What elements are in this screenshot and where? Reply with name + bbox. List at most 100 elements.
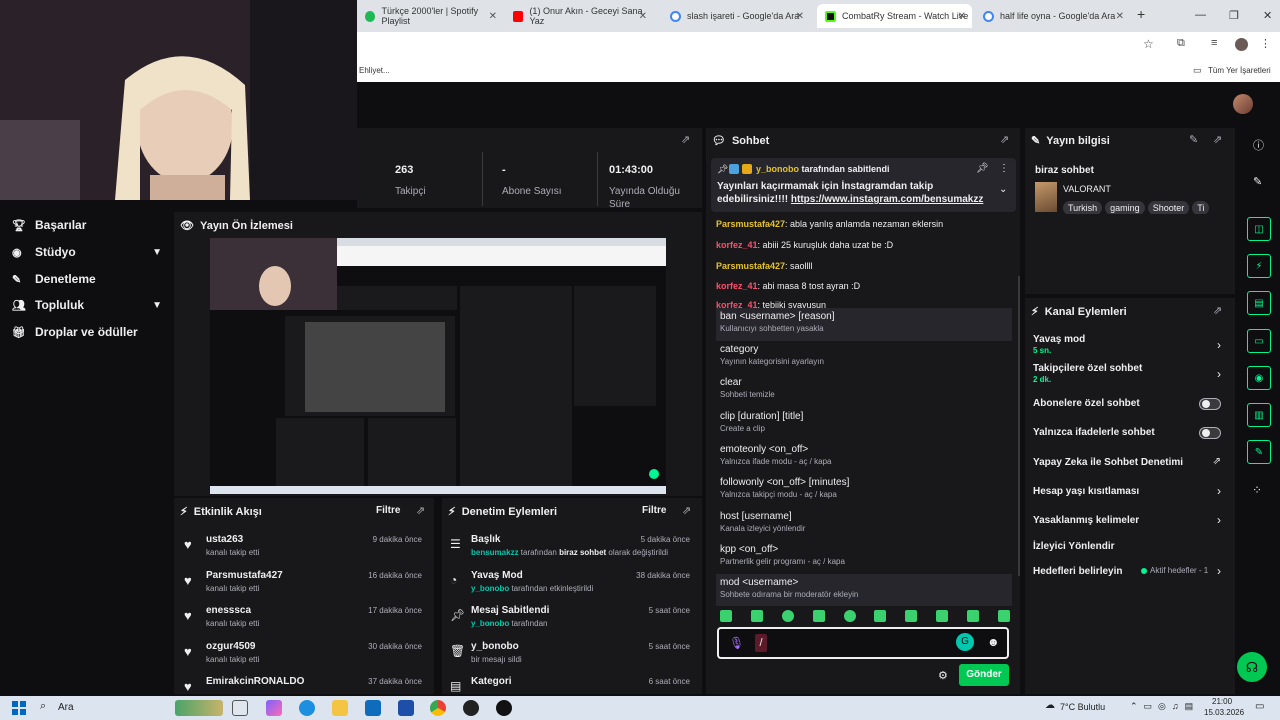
lightning-icon[interactable]: ⚡︎ <box>1247 254 1271 278</box>
clock-date[interactable]: 15.03.2026 <box>1204 708 1244 717</box>
popout-icon[interactable]: ⇗ <box>1000 133 1009 146</box>
microphone-icon[interactable]: 🎙︎ <box>729 636 744 650</box>
all-bookmarks-link[interactable]: Tüm Yer İşaretleri <box>1208 66 1271 75</box>
app-icon[interactable] <box>398 700 414 716</box>
emote-icon[interactable] <box>874 610 887 622</box>
sidebar-item-moderation[interactable]: ✎ Denetleme <box>12 272 162 286</box>
account-age-row[interactable]: Hesap yaşı kısıtlaması › <box>1025 484 1231 504</box>
close-icon[interactable]: ✕ <box>958 11 966 22</box>
subscribers-only-toggle[interactable] <box>1199 398 1221 410</box>
tag[interactable]: gaming <box>1105 201 1145 214</box>
emote-icon[interactable] <box>936 610 949 622</box>
chat-bubble-icon[interactable]: ▭ <box>1247 329 1271 353</box>
more-icon[interactable]: ⋮ <box>999 163 1009 174</box>
edge-icon[interactable] <box>299 700 315 716</box>
weather-text[interactable]: 7°C Bulutlu <box>1060 702 1105 712</box>
command-suggestion[interactable]: host [username] Kanala izleyici yönlendir <box>716 508 1012 541</box>
obs-icon[interactable] <box>463 700 479 716</box>
pinned-by-user[interactable]: y_bonobo <box>756 164 799 174</box>
emote-icon[interactable] <box>781 610 794 622</box>
emote-icon[interactable] <box>967 610 979 622</box>
browser-tab-active[interactable]: CombatRy Stream - Watch Live ✕ <box>817 4 972 28</box>
search-icon[interactable]: ⌕ <box>40 700 46 713</box>
wrench-icon[interactable]: ✎ <box>1247 440 1271 464</box>
clock-time[interactable]: 21:00 <box>1212 697 1232 706</box>
unpin-icon[interactable]: 📌︎ <box>976 163 989 174</box>
banned-words-row[interactable]: Yasaklanmış kelimeler › <box>1025 513 1231 533</box>
tag[interactable]: Ti <box>1192 201 1210 214</box>
close-icon[interactable]: ✕ <box>489 11 497 22</box>
document-icon[interactable]: ▤ <box>1247 291 1271 315</box>
chat-input[interactable]: 🎙︎ / G ☻ <box>717 627 1009 659</box>
more-dots-icon[interactable]: ⁘ <box>1252 483 1262 497</box>
command-suggestion[interactable]: kpp <on_off> Partnerlik gelir programı - … <box>716 541 1012 574</box>
windows-start-icon[interactable] <box>12 701 26 715</box>
emote-icon[interactable] <box>750 610 763 622</box>
close-icon[interactable]: ✕ <box>639 11 647 22</box>
popout-icon[interactable]: ⇗ <box>1213 304 1222 317</box>
extensions-icon[interactable]: ⧉ <box>1177 37 1185 50</box>
emote-icon[interactable] <box>720 610 732 622</box>
emote-icon[interactable] <box>997 610 1010 622</box>
stream-preview-video[interactable] <box>210 238 666 494</box>
support-headset-icon[interactable]: ☊ <box>1237 652 1267 682</box>
tag[interactable]: Shooter <box>1147 201 1190 214</box>
command-suggestion[interactable]: followonly <on_off> [minutes] Yalnızca ta… <box>716 474 1012 507</box>
instagram-link[interactable]: https://www.instagram.com/bensumakzz <box>791 194 983 205</box>
layout-icon[interactable]: ▥ <box>1247 403 1271 427</box>
bookmark-item[interactable]: Ehliyet... <box>359 66 390 75</box>
command-suggestion[interactable]: clip [duration] [title] Create a clip <box>716 408 1012 441</box>
grammarly-icon[interactable]: G <box>956 633 974 651</box>
sidebar-item-community[interactable]: 👥︎ Topluluk ▼ <box>12 298 162 312</box>
emote-only-toggle[interactable] <box>1199 427 1221 439</box>
followers-only-row[interactable]: Takipçilere özel sohbet 2 dk. › <box>1025 363 1231 389</box>
close-icon[interactable]: ✕ <box>1116 11 1124 22</box>
store-icon[interactable] <box>365 700 381 716</box>
copilot-icon[interactable] <box>266 700 282 716</box>
notification-icon[interactable]: ▭ <box>1255 701 1264 712</box>
send-button[interactable]: Gönder <box>959 664 1009 686</box>
new-tab-icon[interactable]: + <box>1137 6 1145 22</box>
task-view-icon[interactable] <box>232 700 248 716</box>
pinned-message[interactable]: 📌︎ y_bonobo tarafından sabitlendi 📌︎ ⋮ ⌄… <box>711 158 1016 212</box>
chevron-down-icon[interactable]: ⌄ <box>999 184 1007 195</box>
close-icon[interactable]: ✕ <box>796 11 804 22</box>
scrollbar[interactable] <box>1018 276 1020 576</box>
widget-image[interactable] <box>175 700 223 716</box>
command-suggestion[interactable]: clear Sohbeti temizle <box>716 374 1012 407</box>
slow-mode-row[interactable]: Yavaş mod 5 sn. › <box>1025 334 1231 360</box>
sidebar-item-drops[interactable]: 🎁︎ Droplar ve ödüller <box>12 325 162 339</box>
file-explorer-icon[interactable] <box>332 700 348 716</box>
chrome-icon[interactable] <box>430 700 446 716</box>
user-avatar[interactable] <box>1233 94 1253 114</box>
info-icon[interactable]: ⓘ <box>1253 137 1264 153</box>
window-close-icon[interactable]: ✕ <box>1263 9 1272 22</box>
address-bar[interactable]: ☆ ⧉ ≡ ⋮ <box>357 32 1280 58</box>
minimize-icon[interactable]: — <box>1195 9 1206 21</box>
filter-button[interactable]: Filtre <box>642 505 666 516</box>
emote-icon[interactable] <box>905 610 918 622</box>
popout-icon[interactable]: ⇗ <box>416 504 425 517</box>
browser-tab[interactable]: (1) Onur Akın - Geceyi Sana Yaz ✕ <box>505 4 653 28</box>
menu-icon[interactable]: ⋮ <box>1260 37 1271 50</box>
command-suggestion[interactable]: emoteonly <on_off> Yalnızca ifade modu - … <box>716 441 1012 474</box>
filter-button[interactable]: Filtre <box>376 505 400 516</box>
emote-icon[interactable] <box>843 610 856 622</box>
media-icon[interactable]: ≡ <box>1211 37 1217 49</box>
settings-gear-icon[interactable]: ⚙︎ <box>938 669 948 682</box>
popout-icon[interactable]: ⇗ <box>682 504 691 517</box>
category-name[interactable]: VALORANT <box>1063 184 1111 194</box>
taskbar-search[interactable]: Ara <box>58 702 74 713</box>
profile-avatar[interactable] <box>1235 38 1248 51</box>
scan-icon[interactable]: ◫ <box>1247 217 1271 241</box>
ai-moderation-row[interactable]: Yapay Zeka ile Sohbet Denetimi ⇗ <box>1025 456 1231 475</box>
system-tray-icons[interactable]: ⌃▭◎♫▤ <box>1130 701 1199 712</box>
tag[interactable]: Turkish <box>1063 201 1103 214</box>
sidebar-item-achievements[interactable]: 🏆︎ Başarılar <box>12 218 162 232</box>
edit-icon[interactable]: ✎ <box>1189 133 1198 146</box>
popout-icon[interactable]: ⇗ <box>1213 133 1222 146</box>
command-suggestion[interactable]: ban <username> [reason] Kullanıcıyı sohbe… <box>716 308 1012 341</box>
host-row[interactable]: İzleyici Yönlendir <box>1025 541 1231 559</box>
browser-tab[interactable]: slash işareti - Google'da Ara ✕ <box>662 4 810 28</box>
star-icon[interactable]: ☆ <box>1143 37 1154 51</box>
